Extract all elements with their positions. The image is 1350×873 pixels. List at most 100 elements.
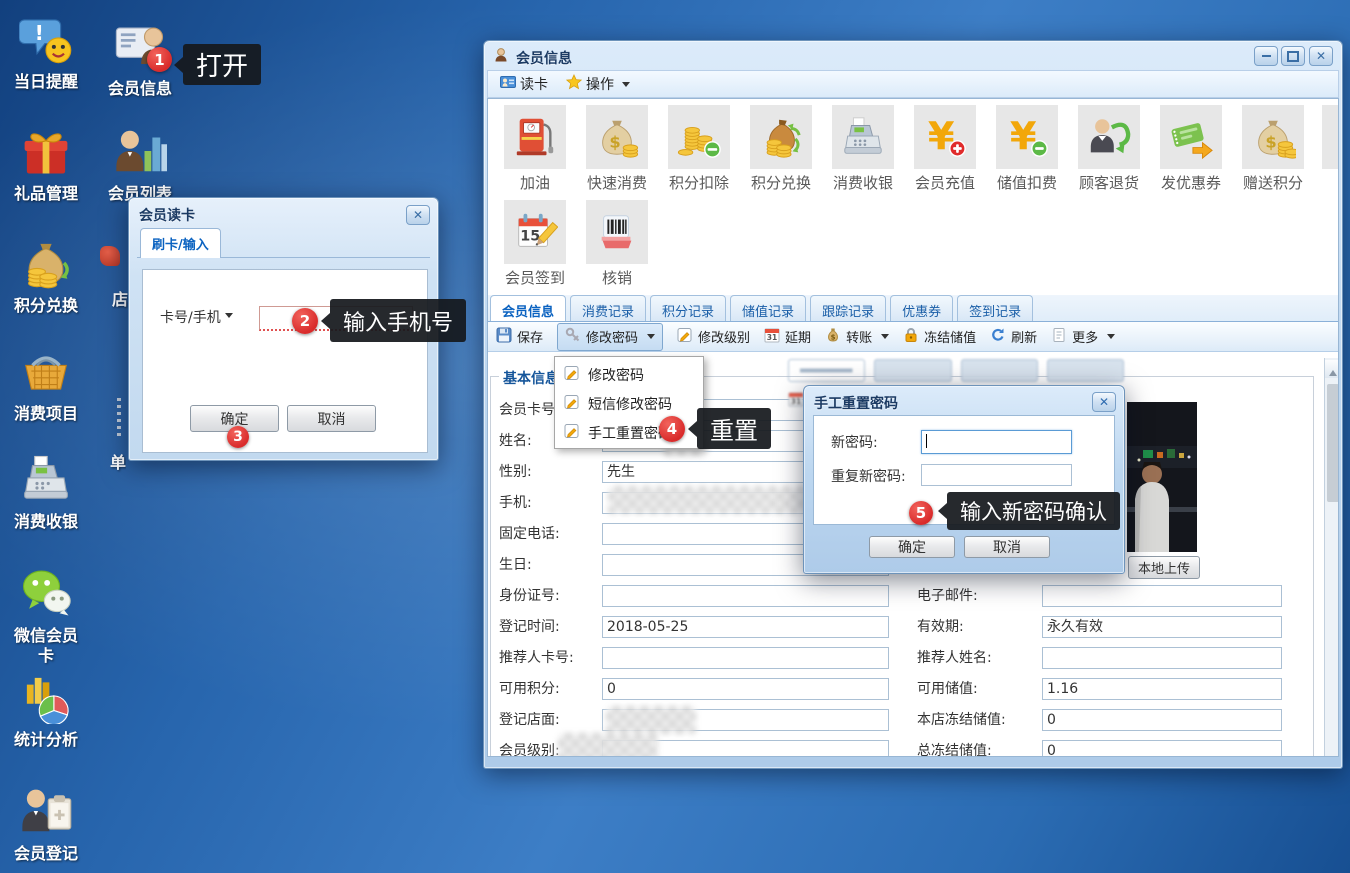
big-button-label: 快速消费: [586, 174, 647, 192]
member-register-icon: [19, 784, 73, 842]
big-button-gift-points[interactable]: $ 赠送积分: [1232, 105, 1314, 193]
big-button-stored-deduct[interactable]: ¥ 储值扣费: [986, 105, 1068, 193]
tab-checkin-records[interactable]: 签到记录: [957, 295, 1034, 321]
minimize-button[interactable]: [1254, 46, 1278, 66]
window-menubar: 读卡 操作: [487, 70, 1339, 98]
cancel-button[interactable]: 取消: [964, 536, 1050, 558]
points-exchange-icon: [19, 236, 73, 294]
cashier-icon: [832, 105, 894, 169]
desktop-icon-consume-cashier[interactable]: 消费收银: [0, 452, 92, 532]
tab-stored-records[interactable]: 储值记录: [730, 295, 807, 321]
reset-password-dialog: 手工重置密码 ✕ 新密码: 重复新密码: 确定 取消: [803, 385, 1125, 574]
toolbar-button-extend[interactable]: 31 延期: [764, 327, 811, 347]
chevron-down-icon: [647, 334, 656, 343]
hidden-icon-fragment: [100, 246, 120, 266]
swipe-input-tab[interactable]: 刷卡/输入: [140, 228, 221, 258]
desktop-icon-points-exchange[interactable]: 积分兑换: [0, 236, 92, 316]
tab-tracking-records[interactable]: 跟踪记录: [810, 295, 887, 321]
new-password-input[interactable]: [921, 430, 1072, 454]
fuel-icon: [504, 105, 566, 169]
read-card-icon: [500, 74, 516, 94]
toolbar-button-more[interactable]: 更多: [1051, 327, 1116, 347]
desktop-icon-wechat-member-card[interactable]: 微信会员卡: [0, 566, 92, 666]
form-input-email[interactable]: [1042, 585, 1282, 607]
desktop-icon-gift-manage[interactable]: 礼品管理: [0, 124, 92, 204]
form-label-register-time: 登记时间:: [499, 619, 560, 635]
desktop-icon-member-register[interactable]: 会员登记: [0, 784, 92, 864]
card-or-phone-label: 卡号/手机: [160, 307, 233, 329]
scroll-up-button[interactable]: [1325, 360, 1338, 378]
quick-consume-icon: $: [586, 105, 648, 169]
form-input-referrer-card[interactable]: [602, 647, 889, 669]
change-password-icon: [565, 327, 581, 347]
form-input-store-frozen[interactable]: 0: [1042, 709, 1282, 731]
form-input-stored-value[interactable]: 1.16: [1042, 678, 1282, 700]
ok-button[interactable]: 确定: [869, 536, 955, 558]
form-input-id-card[interactable]: [602, 585, 889, 607]
tab-coupons[interactable]: 优惠券: [890, 295, 954, 321]
menubar-item-operations[interactable]: 操作: [560, 72, 636, 96]
big-button-fuel[interactable]: 加油: [494, 105, 576, 193]
big-button-verify[interactable]: 核销: [576, 200, 658, 288]
stored-deduct-icon: ¥: [996, 105, 1058, 169]
cancel-button[interactable]: 取消: [287, 405, 376, 432]
big-button-send-coupon[interactable]: 发优惠券: [1150, 105, 1232, 193]
big-button-quick-consume[interactable]: $ 快速消费: [576, 105, 658, 193]
desktop-icon-label: 会员信息: [107, 79, 172, 98]
form-label-id-card: 身份证号:: [499, 588, 560, 604]
menu-item-sms-change-password[interactable]: 短信修改密码: [555, 389, 703, 418]
form-label-total-frozen: 总冻结储值:: [917, 743, 992, 757]
tab-member-info[interactable]: 会员信息: [490, 295, 567, 321]
big-button-points-exchange[interactable]: 积分兑换: [740, 105, 822, 193]
form-label-store-frozen: 本店冻结储值:: [917, 712, 1006, 728]
vertical-scrollbar[interactable]: [1324, 358, 1338, 756]
form-input-total-frozen[interactable]: 0: [1042, 740, 1282, 756]
big-button-row-2: 15 会员签到 核销: [494, 200, 658, 288]
refresh-icon: [990, 327, 1006, 347]
toolbar-button-label: 更多: [1072, 331, 1099, 346]
menubar-item-label: 操作: [586, 77, 614, 93]
toolbar-button-change-level[interactable]: 修改级别: [677, 327, 750, 347]
chevron-down-icon: [622, 81, 630, 91]
toolbar-button-freeze-stored[interactable]: 冻结储值: [903, 327, 976, 347]
desktop-icon-stats-analysis[interactable]: 统计分析: [0, 670, 92, 750]
form-input-validity[interactable]: 永久有效: [1042, 616, 1282, 638]
close-button[interactable]: ✕: [1309, 46, 1333, 66]
menu-item-change-password[interactable]: 修改密码: [555, 360, 703, 389]
big-button-member-checkin[interactable]: 15 会员签到: [494, 200, 576, 288]
desktop-icon-label: 消费项目: [13, 404, 78, 423]
close-icon[interactable]: ✕: [1092, 392, 1116, 412]
big-button-points-deduct[interactable]: 积分扣除: [658, 105, 740, 193]
repeat-password-input[interactable]: [921, 464, 1072, 486]
desktop-icon-member-list[interactable]: 会员列表: [94, 124, 186, 204]
desktop-icon-label: 统计分析: [13, 730, 78, 749]
form-input-register-time[interactable]: 2018-05-25: [602, 616, 889, 638]
menubar-item-read-card[interactable]: 读卡: [494, 72, 554, 96]
close-icon[interactable]: ✕: [406, 205, 430, 225]
toolbar-button-refresh[interactable]: 刷新: [990, 327, 1037, 347]
step-tooltip-1: 打开: [173, 44, 262, 85]
chevron-down-icon[interactable]: [224, 313, 233, 322]
desktop-icon-member-info[interactable]: 会员信息: [94, 19, 186, 99]
local-upload-button[interactable]: 本地上传: [1128, 556, 1200, 579]
big-button-cashier[interactable]: 消费收银: [822, 105, 904, 193]
toolbar-button-save[interactable]: 保存: [496, 327, 543, 347]
big-button-member-recharge[interactable]: ¥ 会员充值: [904, 105, 986, 193]
toolbar-button-change-password[interactable]: 修改密码: [557, 322, 664, 351]
partial-big-button[interactable]: [1322, 105, 1338, 169]
scrollbar-thumb[interactable]: [1327, 384, 1338, 502]
maximize-button[interactable]: [1281, 46, 1305, 66]
tab-points-records[interactable]: 积分记录: [650, 295, 727, 321]
desktop-icon-daily-reminder[interactable]: ! 当日提醒: [0, 12, 92, 92]
daily-reminder-icon: !: [18, 12, 73, 70]
toolbar-button-transfer[interactable]: $ 转账: [825, 327, 890, 347]
tab-consume-records[interactable]: 消费记录: [570, 295, 647, 321]
form-input-points[interactable]: 0: [602, 678, 889, 700]
step-tooltip-4: 重置: [688, 408, 771, 449]
big-button-customer-return[interactable]: 顾客退货: [1068, 105, 1150, 193]
form-input-referrer-name[interactable]: [1042, 647, 1282, 669]
desktop-icon-consume-items[interactable]: 消费项目: [0, 344, 92, 424]
window-titlebar[interactable]: 会员信息 ✕: [484, 41, 1342, 69]
form-label-stored-value: 可用储值:: [917, 681, 978, 697]
big-button-label: 发优惠券: [1160, 174, 1221, 192]
